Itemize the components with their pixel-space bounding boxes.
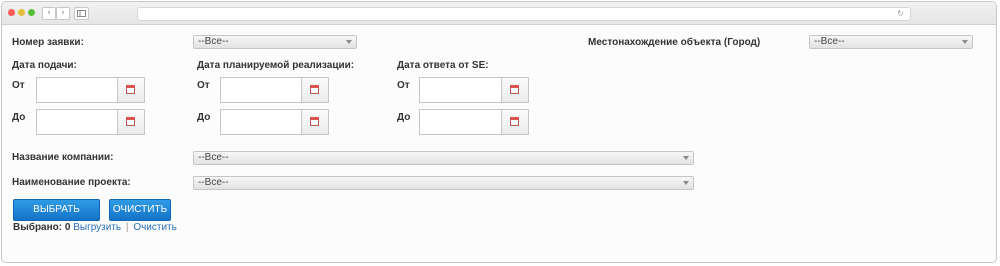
project-name-label: Наименование проекта: [12,177,131,188]
dropdown-arrow-icon [962,40,968,44]
company-name-value: --Все-- [198,152,229,163]
se-response-to-label: До [397,112,411,123]
browser-titlebar: ‹ › ↻ [2,2,996,25]
zoom-window-button[interactable] [28,9,35,16]
calendar-icon [310,85,319,94]
calendar-button[interactable] [117,110,144,134]
sidebar-toggle-button[interactable] [74,7,89,20]
planned-date-label: Дата планируемой реализации: [197,60,355,71]
company-name-label: Название компании: [12,152,114,163]
company-name-select[interactable]: --Все-- [193,151,694,165]
select-button[interactable]: ВЫБРАТЬ [13,199,100,221]
close-window-button[interactable] [8,9,15,16]
calendar-icon [510,117,519,126]
submission-date-to[interactable] [36,109,145,135]
browser-window: ‹ › ↻ Номер заявки: --Все-- Местонахожде… [1,1,997,263]
clear-button[interactable]: ОЧИСТИТЬ [109,199,171,221]
submission-from-label: От [12,80,25,91]
calendar-icon [510,85,519,94]
minimize-window-button[interactable] [18,9,25,16]
se-response-date-label: Дата ответа от SE: [397,60,489,71]
back-button[interactable]: ‹ [42,7,56,20]
calendar-button[interactable] [301,110,328,134]
dropdown-arrow-icon [683,156,689,160]
location-select[interactable]: --Все-- [809,35,973,49]
se-response-date-from[interactable] [419,77,529,103]
location-label: Местонахождение объекта (Город) [588,37,761,48]
planned-to-label: До [197,112,211,123]
planned-date-to[interactable] [220,109,329,135]
calendar-icon [126,85,135,94]
calendar-button[interactable] [117,78,144,102]
project-name-value: --Все-- [198,177,229,188]
request-number-label: Номер заявки: [12,37,84,48]
selected-label: Выбрано: [13,222,63,233]
planned-from-label: От [197,80,210,91]
submission-date-label: Дата подачи: [12,60,77,71]
se-response-from-label: От [397,80,410,91]
request-number-select[interactable]: --Все-- [193,35,357,49]
calendar-button[interactable] [501,78,528,102]
dropdown-arrow-icon [346,40,352,44]
planned-date-from[interactable] [220,77,329,103]
se-response-date-to[interactable] [419,109,529,135]
sidebar-icon [77,10,86,17]
project-name-select[interactable]: --Все-- [193,176,694,190]
request-number-value: --Все-- [198,36,229,47]
forward-button[interactable]: › [56,7,70,20]
submission-to-label: До [12,112,26,123]
dropdown-arrow-icon [683,181,689,185]
selection-summary: Выбрано: 0 Выгрузить | Очистить [13,222,177,233]
address-bar[interactable]: ↻ [137,7,911,21]
calendar-button[interactable] [501,110,528,134]
link-separator: | [125,222,129,233]
calendar-icon [310,117,319,126]
calendar-button[interactable] [301,78,328,102]
clear-selection-link[interactable]: Очистить [133,222,177,233]
selected-count: 0 [64,222,71,233]
export-link[interactable]: Выгрузить [73,222,121,233]
submission-date-from[interactable] [36,77,145,103]
location-value: --Все-- [814,36,845,47]
calendar-icon [126,117,135,126]
reload-icon[interactable]: ↻ [897,8,904,20]
